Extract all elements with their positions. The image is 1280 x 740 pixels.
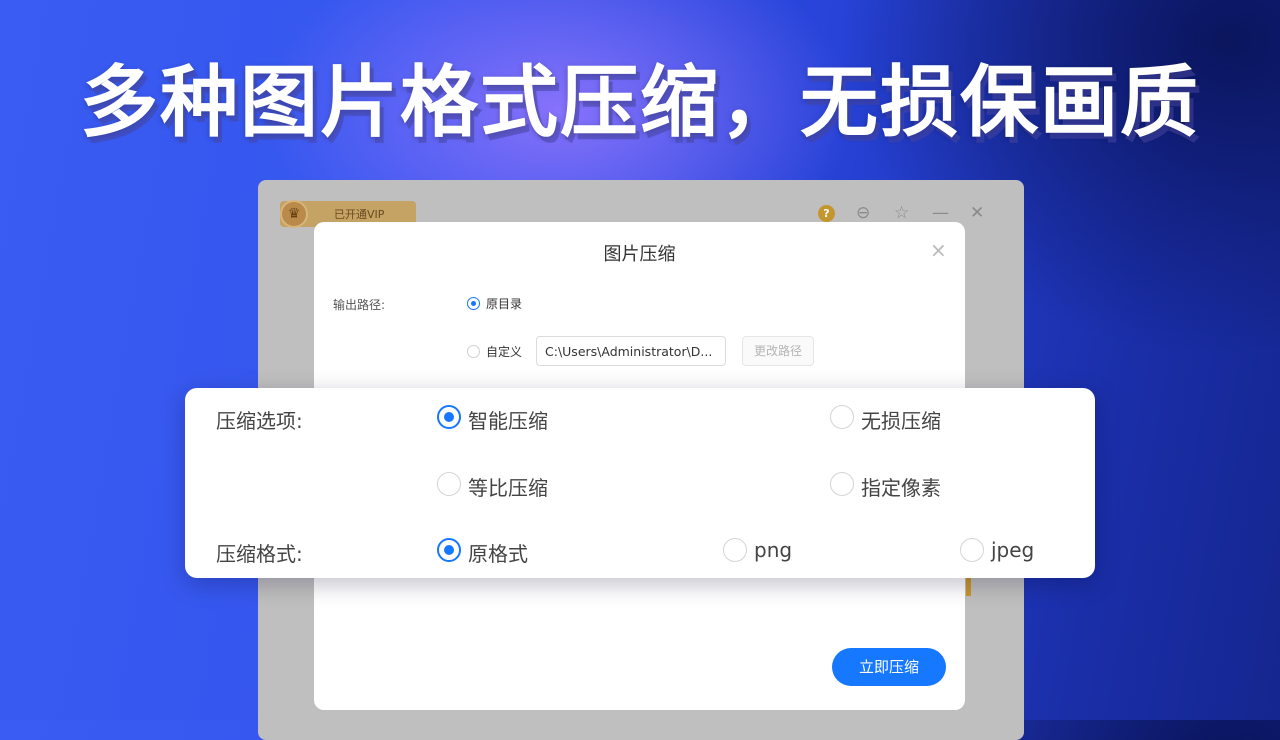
format-png-label[interactable]: png — [754, 538, 792, 562]
window-close-icon[interactable]: ✕ — [970, 204, 984, 222]
format-jpeg-radio[interactable] — [960, 538, 984, 562]
lossless-compress-label[interactable]: 无损压缩 — [861, 405, 941, 434]
output-path-label: 输出路径: — [333, 298, 386, 312]
smart-compress-radio[interactable] — [437, 405, 461, 429]
dialog-close-icon[interactable]: × — [930, 238, 947, 262]
dialog-title: 图片压缩 — [603, 244, 676, 265]
compress-format-label: 压缩格式: — [216, 542, 303, 566]
lossless-compress-radio[interactable] — [830, 405, 854, 429]
side-accent — [966, 578, 971, 596]
custom-path-radio[interactable] — [467, 345, 480, 358]
custom-path-label[interactable]: 自定义 — [486, 343, 522, 360]
minimize-icon[interactable]: — — [932, 204, 949, 222]
change-path-button[interactable]: 更改路径 — [742, 336, 814, 366]
menu-icon[interactable]: ⊖ — [856, 204, 870, 222]
vip-label: 已开通VIP — [334, 208, 385, 221]
format-original-label[interactable]: 原格式 — [468, 538, 528, 567]
compress-option-label: 压缩选项: — [216, 409, 303, 433]
help-icon[interactable]: ? — [818, 205, 835, 222]
proportional-compress-label[interactable]: 等比压缩 — [468, 472, 548, 501]
crown-icon: ♛ — [280, 200, 308, 228]
proportional-compress-radio[interactable] — [437, 472, 461, 496]
compress-options-card: 压缩选项: 智能压缩 无损压缩 等比压缩 指定像素 压缩格式: 原格式 png … — [185, 388, 1095, 578]
specified-pixels-radio[interactable] — [830, 472, 854, 496]
specified-pixels-label[interactable]: 指定像素 — [861, 472, 941, 501]
star-icon[interactable]: ☆ — [894, 204, 909, 222]
smart-compress-label[interactable]: 智能压缩 — [468, 405, 548, 434]
format-jpeg-label[interactable]: jpeg — [991, 538, 1034, 562]
original-dir-label[interactable]: 原目录 — [486, 295, 522, 312]
format-original-radio[interactable] — [437, 538, 461, 562]
original-dir-radio[interactable] — [467, 297, 480, 310]
path-input[interactable]: C:\Users\Administrator\D... — [536, 336, 726, 366]
format-png-radio[interactable] — [723, 538, 747, 562]
headline: 多种图片格式压缩，无损保画质 — [79, 58, 1200, 148]
compress-now-button[interactable]: 立即压缩 — [832, 648, 946, 686]
